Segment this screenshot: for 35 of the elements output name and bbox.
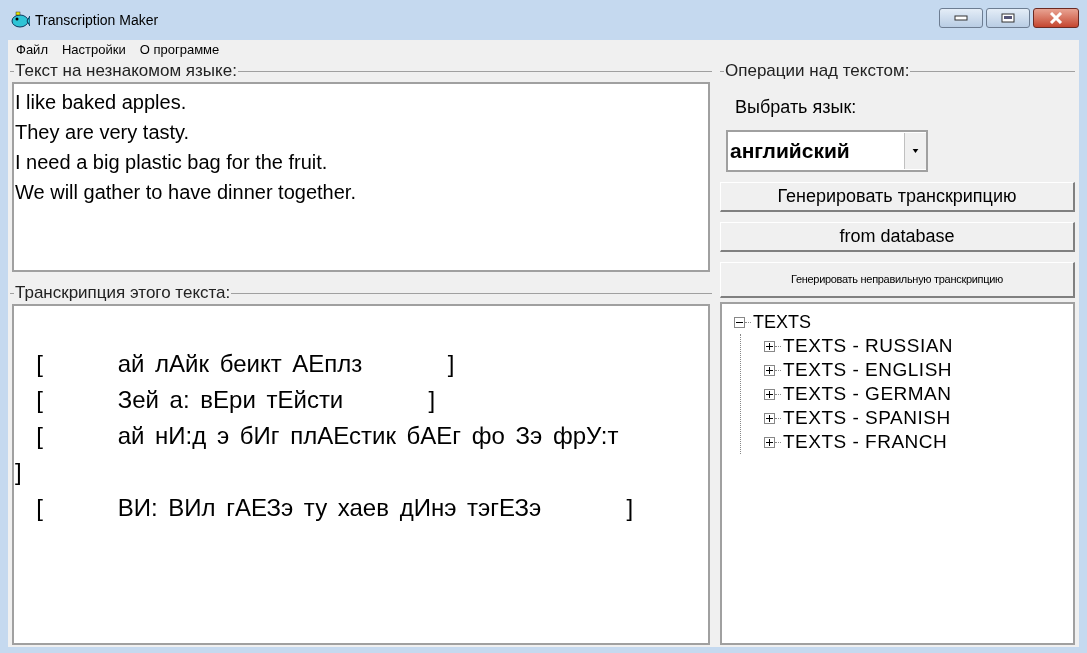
text-line: [ ВИ: ВИл гАЕЗэ ту хаев дИнэ тэгЕЗэ ] xyxy=(35,493,635,523)
language-dropdown[interactable]: английский xyxy=(726,130,928,172)
maximize-button[interactable] xyxy=(986,8,1030,28)
transcription-text-area[interactable]: [ ай лАйк беикт АЕплз ] [ Зей а: вЕри тЕйсти ] [ ай нИ:д э бИг плАЕстик бАЕг фо Зэ фрУ:т ] [ ВИ: ВИл гАЕЗэ ту хаев дИнэ тэгЕЗэ ] xyxy=(12,304,710,645)
action-button[interactable]: Генерировать неправильную транскрипцию xyxy=(720,262,1075,298)
expand-icon[interactable] xyxy=(764,388,775,400)
text-line: [ ай нИ:д э бИг плАЕстик бАЕг фо Зэ фрУ:т ] xyxy=(15,421,620,487)
text-line: I like baked apples. xyxy=(15,90,188,115)
menu-item[interactable]: Настройки xyxy=(61,40,126,60)
group-legend: Транскрипция этого текста: xyxy=(14,280,232,306)
language-label: Выбрать язык: xyxy=(735,96,858,119)
collapse-icon[interactable] xyxy=(734,316,745,328)
text-line: I need a big plastic bag for the fruit. xyxy=(15,150,329,175)
source-text-area[interactable]: I like baked apples. They are very tasty. I need a big plastic bag for the fruit. We will gather to have dinner together. xyxy=(12,82,710,272)
action-button[interactable]: Генерировать транскрипцию xyxy=(720,182,1075,212)
action-button[interactable]: from database xyxy=(720,222,1075,252)
text-line: They are very tasty. xyxy=(15,120,191,145)
close-icon xyxy=(1049,12,1063,24)
expand-icon[interactable] xyxy=(764,364,775,376)
text-line: [ ай лАйк беикт АЕплз ] xyxy=(35,349,456,379)
text-line: We will gather to have dinner together. xyxy=(15,180,357,205)
minimize-button[interactable] xyxy=(939,8,983,28)
close-button[interactable] xyxy=(1033,8,1079,28)
expand-icon[interactable] xyxy=(764,340,775,352)
minimize-icon xyxy=(954,15,968,21)
window-title: Transcription Maker xyxy=(35,10,159,30)
menu-item[interactable]: О программе xyxy=(139,40,220,60)
expand-icon[interactable] xyxy=(764,436,775,448)
expand-icon[interactable] xyxy=(764,412,775,424)
text-line: [ Зей а: вЕри тЕйсти ] xyxy=(35,385,437,415)
maximize-icon xyxy=(1001,13,1015,23)
fish-icon xyxy=(10,11,30,29)
group-legend: Текст на незнакомом языке: xyxy=(14,58,238,84)
menu-item[interactable]: Файл xyxy=(16,40,48,60)
group-legend: Операции над текстом: xyxy=(724,58,911,84)
